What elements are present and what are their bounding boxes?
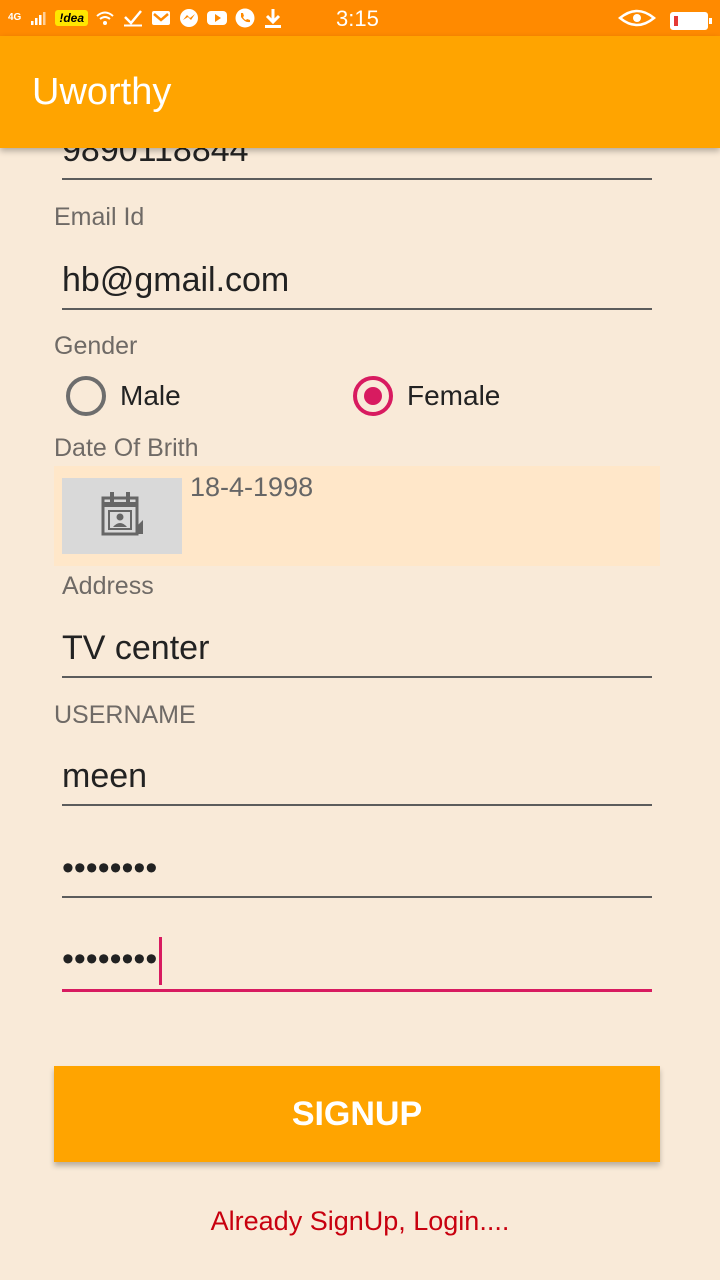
phone-icon [234, 7, 256, 29]
address-label: Address [62, 572, 154, 600]
text-cursor [159, 937, 163, 985]
status-left-icons: 4G !dea [8, 6, 284, 30]
dob-picker-button[interactable] [62, 478, 182, 554]
phone-value: 9890118844 [62, 148, 249, 169]
network-type: 4G [8, 12, 22, 23]
phone-field[interactable]: 9890118844 [62, 148, 652, 180]
app-title: Uworthy [32, 71, 172, 113]
email-value: hb@gmail.com [62, 261, 290, 299]
messenger-icon [178, 7, 200, 29]
gender-radio-female[interactable]: Female [353, 376, 500, 416]
email-label: Email Id [54, 203, 145, 231]
carrier-badge: !dea [55, 10, 89, 26]
download-icon [262, 7, 284, 29]
app-bar: Uworthy [0, 36, 720, 148]
dob-container: 18-4-1998 [54, 466, 660, 566]
radio-checked-icon [353, 376, 393, 416]
battery-icon [670, 11, 712, 30]
gender-label: Gender [54, 332, 138, 360]
confirm-password-value: •••••••• [62, 939, 158, 978]
address-field[interactable]: TV center [62, 610, 652, 678]
username-field[interactable]: meen [62, 738, 652, 806]
gender-option-label: Female [407, 380, 501, 411]
confirm-password-field[interactable]: •••••••• [62, 920, 652, 992]
signal-icon [27, 7, 49, 29]
gmail-icon [150, 7, 172, 29]
password-value: •••••••• [62, 849, 158, 887]
password-field[interactable]: •••••••• [62, 828, 652, 898]
login-link[interactable]: Already SignUp, Login.... [0, 1206, 720, 1237]
username-label: USERNAME [54, 701, 196, 729]
eye-icon [618, 8, 656, 33]
wifi-icon [94, 7, 116, 29]
dob-label: Date Of Brith [54, 434, 199, 462]
email-field[interactable]: hb@gmail.com [62, 242, 652, 310]
signup-button[interactable]: SIGNUP [54, 1066, 660, 1162]
calendar-icon [100, 490, 144, 543]
check-icon [122, 7, 144, 29]
youtube-icon [206, 7, 228, 29]
username-value: meen [62, 757, 148, 795]
radio-unchecked-icon [66, 376, 106, 416]
status-right-icons [618, 8, 712, 33]
dob-value: 18-4-1998 [190, 472, 314, 502]
confirm-password-value-wrap: •••••••• [62, 937, 163, 985]
gender-option-label: Male [120, 380, 181, 411]
gender-radio-male[interactable]: Male [66, 376, 181, 416]
signup-form: 9890118844 Email Id hb@gmail.com Gender … [0, 148, 720, 1280]
address-value: TV center [62, 629, 210, 667]
status-bar: 4G !dea 3:15 [0, 0, 720, 36]
status-time: 3:15 [336, 6, 379, 31]
